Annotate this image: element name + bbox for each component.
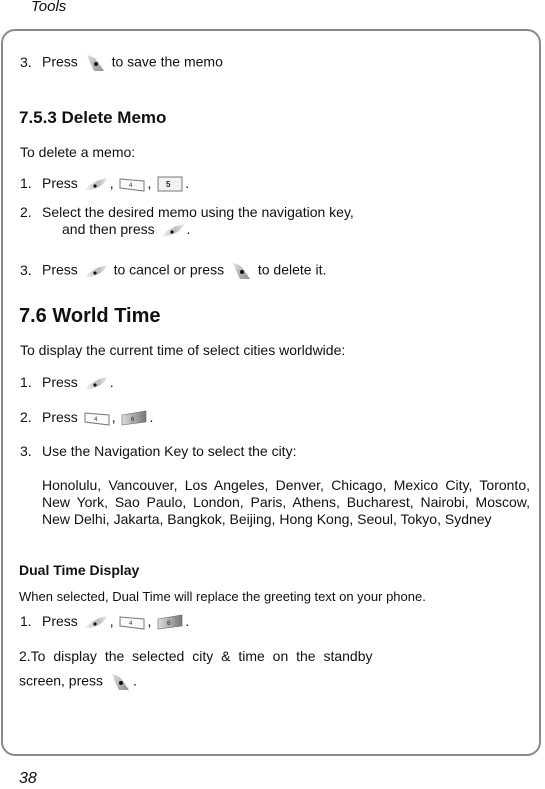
period: .	[186, 221, 191, 237]
separator: ,	[147, 175, 152, 191]
section-title-delete-memo: 7.5.3 Delete Memo	[19, 108, 167, 127]
key-6-icon	[121, 410, 147, 426]
right-soft-key-icon	[84, 53, 106, 73]
ok-key-icon	[161, 223, 185, 237]
period: .	[132, 672, 137, 689]
step-number: 2.	[20, 204, 32, 220]
dual-step-2-cont: screen, press .	[19, 672, 137, 692]
key-4-icon	[84, 410, 110, 426]
period: .	[149, 409, 154, 425]
world-step-1: 1. Press .	[20, 374, 114, 390]
ok-key-icon	[84, 177, 108, 191]
delete-step-3: 3. Press to cancel or press to delete it.	[20, 261, 326, 281]
delete-step-2: 2. Select the desired memo using the navi…	[20, 204, 354, 220]
city-list: Honolulu, Vancouver, Los Angeles, Denver…	[42, 477, 530, 527]
ok-key-icon	[84, 376, 108, 390]
step-number: 3.	[20, 261, 32, 278]
step-text: Press	[42, 409, 78, 425]
step-number: 2.	[20, 409, 32, 425]
delete-intro: To delete a memo:	[20, 144, 136, 160]
separator: ,	[109, 175, 114, 191]
delete-step-2-cont: and then press .	[62, 221, 190, 237]
step-number: 3.	[20, 53, 32, 70]
key-6-icon	[157, 614, 183, 630]
separator: ,	[111, 409, 116, 425]
step-text: Press	[42, 613, 78, 629]
world-step-2: 2. Press , .	[20, 409, 153, 426]
ok-key-icon	[84, 264, 108, 278]
running-header: Tools	[31, 0, 67, 15]
step-text: to cancel or press	[113, 261, 225, 278]
step-text: Select the desired memo using the naviga…	[42, 204, 354, 220]
step-text: Press	[42, 175, 78, 191]
separator: ,	[147, 613, 152, 629]
dual-step-1: 1. Press , , .	[20, 613, 189, 630]
dual-time-intro: When selected, Dual Time will replace th…	[19, 589, 426, 604]
key-4-icon	[119, 176, 145, 192]
step-text: Press	[42, 374, 78, 390]
step-number: 1.	[20, 613, 32, 629]
dual-step-2: 2.To display the selected city & time on…	[19, 648, 373, 664]
step-number: 3.	[20, 443, 32, 459]
right-soft-key-icon	[230, 261, 252, 281]
world-step-3: 3. Use the Navigation Key to select the c…	[20, 443, 296, 459]
right-soft-key-icon	[109, 672, 131, 692]
step-text: to delete it.	[257, 261, 327, 278]
ok-key-icon	[84, 615, 108, 629]
key-4-icon	[119, 614, 145, 630]
key-5-icon	[157, 176, 183, 192]
period: .	[185, 613, 190, 629]
period: .	[185, 175, 190, 191]
step-text: screen, press	[19, 672, 104, 689]
step-text: Press	[42, 261, 78, 278]
subsection-title-dual-time: Dual Time Display	[19, 562, 140, 578]
step-text: Use the Navigation Key to select the cit…	[42, 443, 297, 459]
save-memo-step: 3. Press to save the memo	[20, 53, 223, 73]
step-text: and then press	[62, 221, 155, 237]
period: .	[109, 374, 114, 390]
section-title-world-time: 7.6 World Time	[19, 305, 161, 327]
step-text: to save the memo	[111, 53, 223, 70]
step-number: 1.	[20, 175, 32, 191]
step-text: Press	[42, 53, 78, 70]
step-number: 1.	[20, 374, 32, 390]
delete-step-1: 1. Press , , .	[20, 175, 189, 192]
separator: ,	[109, 613, 114, 629]
world-intro: To display the current time of select ci…	[20, 342, 346, 358]
page-number: 38	[19, 770, 37, 787]
content-frame	[1, 29, 541, 756]
